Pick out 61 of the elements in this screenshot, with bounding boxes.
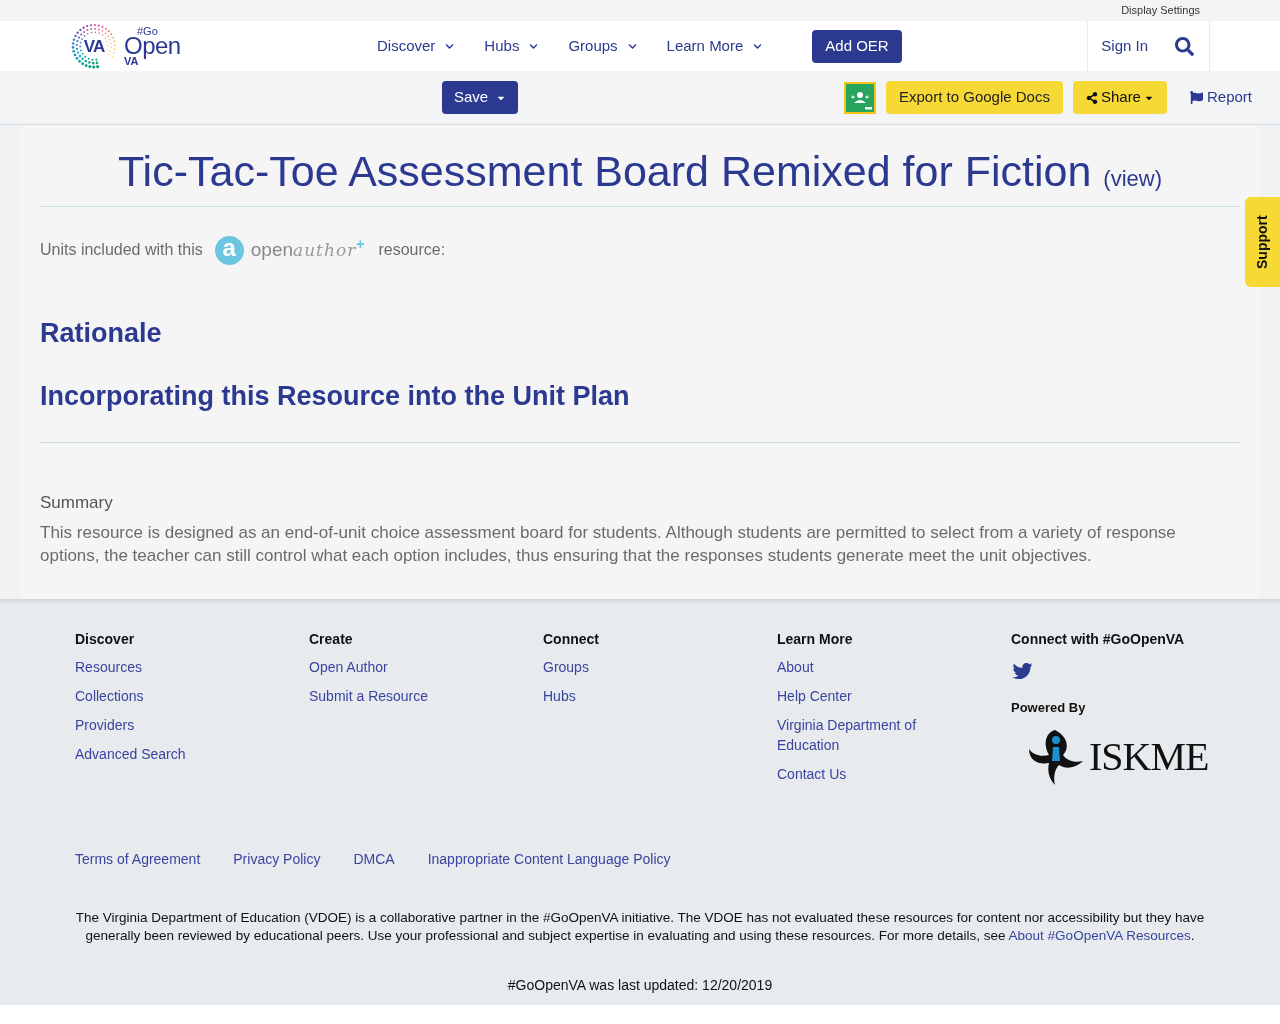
summary-label: Summary <box>40 492 114 514</box>
sign-in-link[interactable]: Sign In <box>1101 34 1148 58</box>
author-logo-mark: a <box>214 235 244 265</box>
summary-text: This resource is designed as an end-of-unit choice assessment board for students. Although students are permitted to select from a variety of response options, the teacher can still control what each option includes, thus ensuring that the responses students generate meet the unit objectives. <box>40 522 1177 567</box>
add-oer-button[interactable]: Add OER <box>812 29 902 63</box>
section-heading: Incorporating this Resource into the Unit Plan <box>40 380 631 413</box>
resource-title: Tic-Tac-Toe Assessment Board Remixed for Fiction <box>117 147 1092 195</box>
units-label: resource: <box>378 240 446 260</box>
last-updated-text: #GoOpenVA was last updated: 12/20/2019 <box>507 976 773 995</box>
report-link[interactable]: Report <box>1189 86 1252 109</box>
footer-heading: Discover <box>75 630 136 649</box>
logo-tag-text: #Go <box>137 26 158 36</box>
nav-dropdown-link[interactable]: Learn More <box>666 34 763 58</box>
support-tab[interactable]: Support <box>1245 197 1280 287</box>
footer-heading: Create <box>309 630 354 649</box>
legal-link[interactable]: Privacy Policy <box>233 849 321 869</box>
chevron-down-icon <box>529 41 539 51</box>
footer-link[interactable]: Advanced Search <box>75 744 186 764</box>
logo-sub-text: VA <box>124 56 139 66</box>
section-heading: Rationale <box>40 317 163 350</box>
iskme-logo-text: ISKME <box>1089 737 1209 777</box>
nav-dropdown-link[interactable]: Hubs <box>484 34 539 58</box>
footer-link[interactable]: Hubs <box>543 686 576 706</box>
display-settings-link[interactable]: Display Settings <box>1121 5 1200 16</box>
chevron-down-icon <box>445 41 455 51</box>
export-button[interactable]: Export to Google Docs <box>886 81 1063 114</box>
save-button[interactable]: Save <box>442 81 518 114</box>
dot-ring-icon <box>70 22 118 70</box>
footer-link[interactable]: Help Center <box>777 686 852 706</box>
logo-badge-text: VA <box>83 37 105 55</box>
footer-link[interactable]: Collections <box>75 686 144 706</box>
search-icon[interactable] <box>1175 36 1194 56</box>
footer-link[interactable]: Resources <box>75 657 142 677</box>
twitter-icon[interactable] <box>1011 661 1034 681</box>
footer-link[interactable]: Open Author <box>309 657 388 677</box>
legal-link[interactable]: DMCA <box>353 849 395 869</box>
footer-link[interactable]: Providers <box>75 715 135 735</box>
powered-by-label: Powered By <box>1011 699 1087 717</box>
footer-link[interactable]: Virginia Department of Education <box>777 715 947 755</box>
nav-dropdown-link[interactable]: Discover <box>377 34 455 58</box>
footer-heading: Connect with #GoOpenVA <box>1011 630 1186 649</box>
footer-link[interactable]: Submit a Resource <box>309 686 429 706</box>
chevron-down-icon <box>627 41 637 51</box>
share-icon <box>1085 91 1098 104</box>
footer-link[interactable]: Contact Us <box>777 764 847 784</box>
footer-heading: Connect <box>543 630 600 649</box>
flag-icon <box>1189 91 1203 104</box>
chevron-down-icon <box>753 41 763 51</box>
footer-link[interactable]: Groups <box>543 657 589 677</box>
footer-heading: Learn More <box>777 630 854 649</box>
legal-link[interactable]: Terms of Agreement <box>75 849 201 869</box>
footer-link[interactable]: About <box>777 657 814 677</box>
nav-dropdown-link[interactable]: Groups <box>568 34 637 58</box>
units-label: Units included with this <box>40 240 203 260</box>
resources-link[interactable]: About #GoOpenVA Resources <box>1008 928 1191 943</box>
author-logo-wordmark: openauthor$^{+}$ <box>250 238 365 262</box>
legal-link[interactable]: Inappropriate Content Language Policy <box>427 849 671 869</box>
share-button[interactable]: Share <box>1072 81 1167 114</box>
board-person-icon[interactable] <box>844 81 876 114</box>
view-link[interactable]: (view) <box>1103 166 1163 191</box>
disclaimer-text: The Virginia Department of Education (VDOE) is a collaborative partner in the #GoOpenVA initiative. The VDOE has not evaluated these resources for content nor accessibility but they have generally been reviewed by educational peers. Use your professional and subject expertise in evaluating and using these resources. For more details, see About #GoOpenVA Resources. <box>75 909 1205 945</box>
